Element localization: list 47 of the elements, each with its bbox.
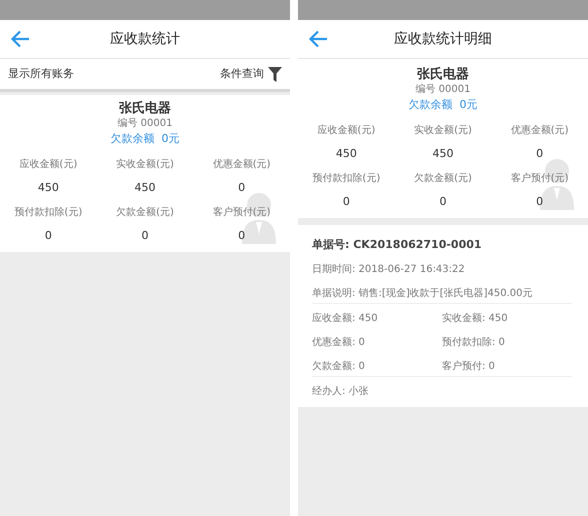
record-field: 应收金额: 450 bbox=[312, 313, 378, 324]
stat-label: 客户预付(元) bbox=[510, 173, 569, 184]
stat-value: 0 bbox=[238, 229, 246, 242]
record-field: 优惠金额: 0 bbox=[312, 337, 365, 348]
back-arrow-icon[interactable] bbox=[10, 30, 30, 48]
stat-label: 欠款金额(元) bbox=[414, 173, 472, 184]
stat-label: 预付款扣除(元) bbox=[312, 173, 380, 184]
stat-label: 应收金额(元) bbox=[317, 125, 376, 136]
record-field: 客户预付: 0 bbox=[442, 361, 495, 372]
stat-value: 450 bbox=[38, 181, 59, 194]
filter-query-link[interactable]: 条件查询 bbox=[220, 66, 264, 82]
record-number: 单据号: CK2018062710-0001 bbox=[312, 238, 482, 251]
show-all-label[interactable]: 显示所有账务 bbox=[8, 66, 74, 82]
stat-value: 0 bbox=[536, 195, 544, 208]
handler-text: 经办人: 小张 bbox=[312, 386, 369, 397]
stat-label: 优惠金额(元) bbox=[212, 159, 271, 170]
record-datetime: 日期时间: 2018-06-27 16:43:22 bbox=[312, 264, 465, 275]
stat-value: 0 bbox=[141, 229, 148, 242]
stat-label: 欠款金额(元) bbox=[116, 207, 174, 218]
stat-value: 0 bbox=[439, 195, 446, 208]
balance-text: 欠款余额 0元 bbox=[408, 97, 478, 113]
stat-value: 0 bbox=[342, 195, 350, 208]
stat-value: 0 bbox=[536, 147, 544, 160]
record-field: 欠款金额: 0 bbox=[312, 361, 365, 372]
back-arrow-icon[interactable] bbox=[308, 30, 328, 48]
stat-label: 预付款扣除(元) bbox=[14, 207, 82, 218]
filter-icon[interactable] bbox=[268, 66, 282, 82]
page-title: 应收款统计 bbox=[110, 30, 180, 48]
stat-value: 0 bbox=[44, 229, 52, 242]
record-field: 实收金额: 450 bbox=[442, 313, 508, 324]
stat-value: 450 bbox=[336, 147, 357, 160]
stat-label: 客户预付(元) bbox=[212, 207, 271, 218]
customer-code: 编号 00001 bbox=[116, 117, 174, 130]
customer-name: 张氏电器 bbox=[118, 101, 172, 117]
stat-value: 450 bbox=[432, 147, 454, 160]
stat-label: 实收金额(元) bbox=[414, 125, 472, 136]
page-title: 应收款统计明细 bbox=[394, 30, 492, 48]
stat-value: 0 bbox=[238, 181, 246, 194]
record-field: 预付款扣除: 0 bbox=[442, 337, 505, 348]
customer-name: 张氏电器 bbox=[416, 67, 470, 83]
customer-code: 编号 00001 bbox=[414, 83, 472, 96]
record-description: 单据说明: 销售:[现金]收款于[张氏电器]450.00元 bbox=[312, 288, 533, 299]
stat-label: 实收金额(元) bbox=[116, 159, 174, 170]
stat-label: 应收金额(元) bbox=[19, 159, 78, 170]
stat-label: 优惠金额(元) bbox=[510, 125, 569, 136]
stat-value: 450 bbox=[134, 181, 156, 194]
balance-text: 欠款余额 0元 bbox=[110, 131, 180, 147]
